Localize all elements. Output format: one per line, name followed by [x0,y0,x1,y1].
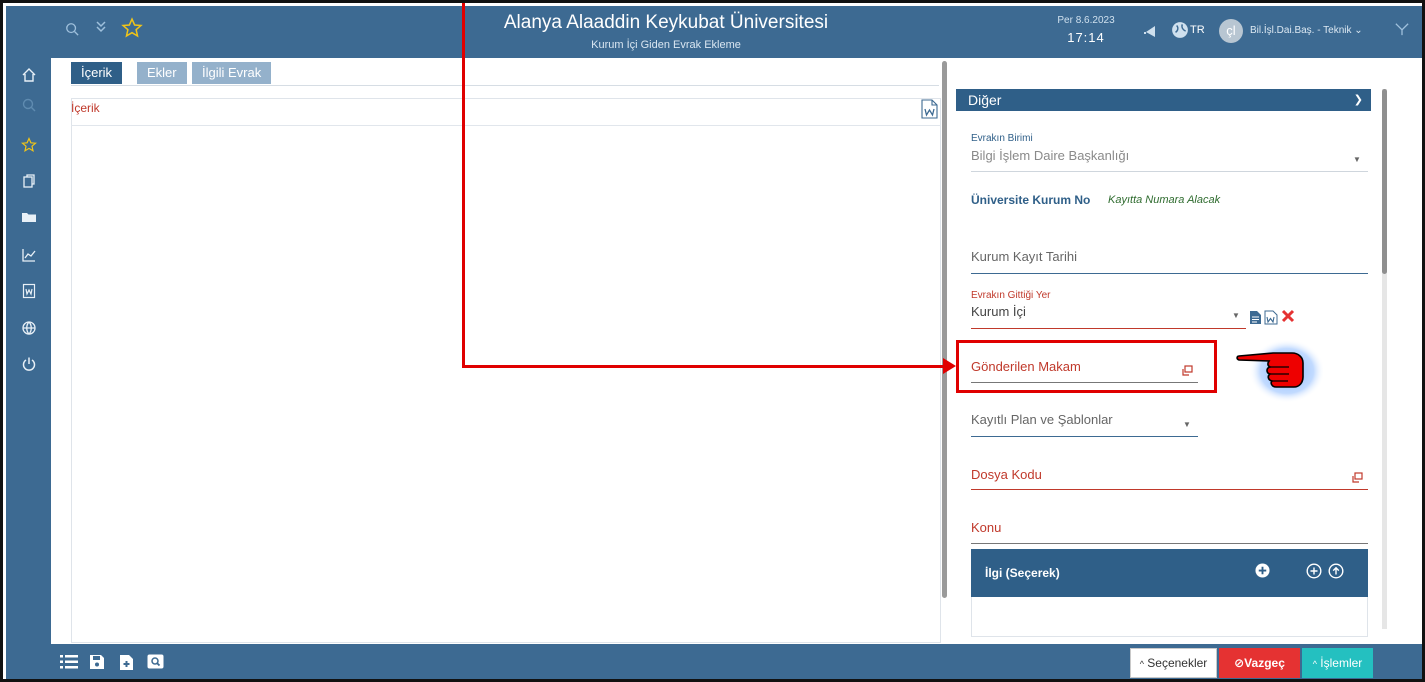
tab-icerik[interactable]: İçerik [71,62,123,84]
dropdown-caret-icon[interactable]: ▼ [1232,311,1240,320]
kurum-no-value: Kayıtta Numara Alacak [1108,194,1221,206]
ban-icon: ⊘ [1234,656,1245,670]
chevron-down-icon[interactable]: ❯ [1354,89,1363,111]
save-icon[interactable] [89,654,105,675]
word-icon[interactable] [6,276,51,306]
word-icon[interactable] [921,99,938,124]
filter-icon[interactable] [1395,22,1409,41]
globe-icon[interactable] [6,313,51,343]
dropdown-caret-icon[interactable]: ▼ [1353,155,1361,164]
panel-scrollbar-thumb[interactable] [1382,89,1387,274]
user-name: Bil.İşl.Dai.Baş. - Teknik [1250,25,1352,36]
dropdown-caret-icon[interactable]: ▼ [1183,420,1191,429]
content-divider [71,125,941,126]
header-date: Per 8.6.2023 [1057,15,1115,26]
home-icon[interactable] [6,60,51,90]
kurum-kayit-tarihi-field[interactable]: Kurum Kayıt Tarihi [971,249,1077,264]
section-title: Diğer [968,92,1002,108]
star-icon[interactable] [6,130,51,160]
field-underline [971,543,1368,544]
section-header-diger[interactable]: Diğer ❯ [956,89,1371,111]
secenekler-button[interactable]: ^ Seçenekler [1130,648,1217,678]
search-icon[interactable] [6,90,51,120]
annotation-highlight-box [956,340,1217,393]
header-time: 17:14 [1067,30,1105,45]
annotation-line [462,3,465,368]
popup-icon[interactable] [1352,470,1363,488]
left-sidebar [6,6,51,679]
app-frame: Alanya Alaaddin Keykubat Üniversitesi Ku… [0,0,1425,682]
vazgec-label: Vazgeç [1244,656,1285,670]
plus-circle-icon[interactable] [1255,563,1270,583]
top-header: Alanya Alaaddin Keykubat Üniversitesi Ku… [51,6,1422,58]
kurum-no-label: Üniversite Kurum No [971,193,1091,207]
annotation-arrowhead [943,358,956,374]
ilgi-list [971,597,1368,637]
new-file-icon[interactable] [119,654,134,676]
content-editor[interactable] [71,98,941,643]
ilgi-label: İlgi (Seçerek) [985,566,1060,580]
content-scrollbar[interactable] [942,61,947,598]
tab-ilgili-evrak[interactable]: İlgili Evrak [192,62,272,84]
gittigi-yer-label: Evrakın Gittiği Yer [971,290,1051,301]
plus-circle-outline-icon[interactable] [1306,563,1322,584]
globe-icon[interactable] [1171,21,1189,44]
vazgec-button[interactable]: ⊘Vazgeç [1219,648,1300,678]
secenekler-label: Seçenekler [1147,656,1208,670]
field-underline [971,436,1198,437]
bell-icon[interactable] [1143,23,1159,44]
avatar[interactable]: çl [1219,19,1243,43]
chart-icon[interactable] [6,240,51,270]
islemler-button[interactable]: ^ İşlemler [1302,648,1373,678]
dosya-kodu-field[interactable]: Dosya Kodu [971,467,1042,482]
field-underline [971,273,1368,274]
field-underline [971,489,1368,490]
plan-sablon-dropdown[interactable]: Kayıtlı Plan ve Şablonlar [971,412,1113,427]
islemler-label: İşlemler [1320,656,1363,670]
document-icon[interactable] [1249,310,1262,330]
tab-ekler[interactable]: Ekler [137,62,187,84]
close-icon[interactable] [1281,309,1295,328]
up-circle-icon[interactable] [1328,563,1344,584]
field-underline [971,328,1246,329]
word-icon[interactable] [1264,310,1278,330]
evrak-birimi-label: Evrakın Birimi [971,133,1033,144]
field-underline [971,171,1368,172]
chevron-down-icon: ⌄ [1354,25,1363,36]
gittigi-yer-field[interactable]: Kurum İçi [971,304,1026,319]
user-menu[interactable]: Bil.İşl.Dai.Baş. - Teknik ⌄ [1250,25,1363,36]
konu-field[interactable]: Konu [971,520,1001,535]
pointing-hand-icon [1231,337,1325,405]
folder-icon[interactable] [6,202,51,232]
caret-up-icon: ^ [1139,659,1144,669]
documents-icon[interactable] [6,166,51,196]
list-icon[interactable] [60,654,78,675]
annotation-line [462,365,946,368]
power-icon[interactable] [6,349,51,379]
language-selector[interactable]: TR [1190,24,1205,36]
caret-up-icon: ^ [1312,659,1317,669]
tab-divider [71,85,939,86]
content-label: İçerik [71,101,100,115]
evrak-birimi-field[interactable]: Bilgi İşlem Daire Başkanlığı [971,148,1129,163]
preview-icon[interactable] [147,654,164,674]
